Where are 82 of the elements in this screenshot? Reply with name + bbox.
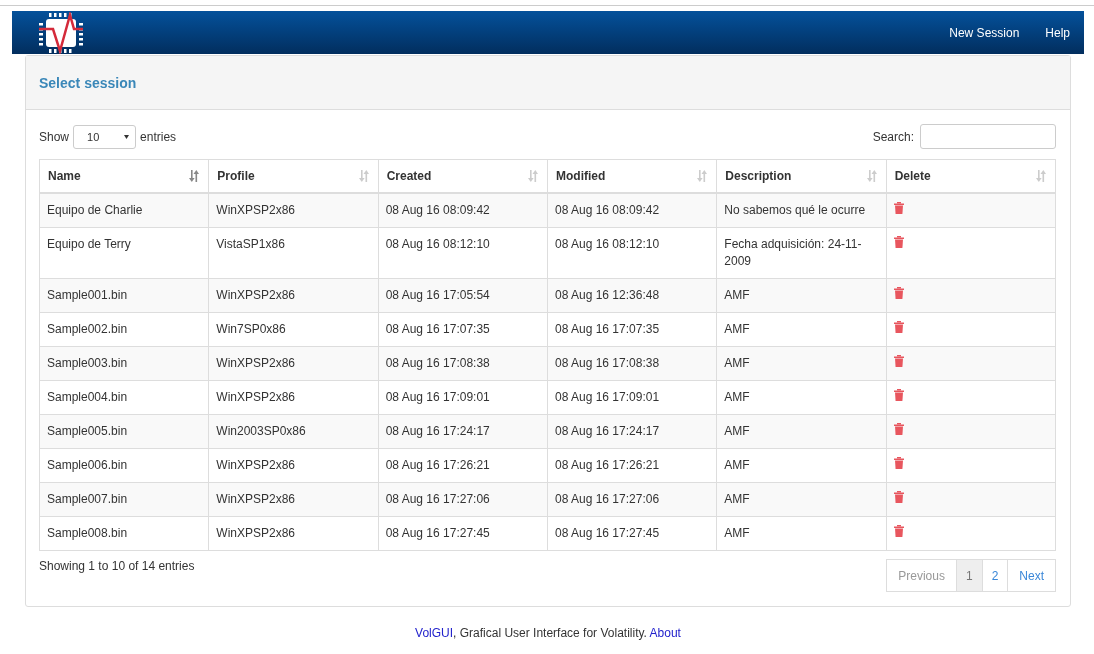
caret-icon: [124, 134, 130, 139]
sort-icon: [189, 170, 201, 182]
table-cell: AMF: [716, 380, 887, 415]
trash-icon[interactable]: [893, 202, 904, 214]
sort-icon: [1036, 170, 1047, 182]
trash-icon[interactable]: [893, 287, 904, 299]
table-cell: 08 Aug 16 17:27:06: [378, 482, 548, 517]
table-cell: WinXPSP2x86: [208, 448, 379, 483]
table-cell: 08 Aug 16 08:09:42: [378, 193, 548, 228]
sort-icon: [358, 170, 370, 182]
show-label: Show: [39, 129, 70, 144]
next-button[interactable]: Next: [1007, 559, 1056, 592]
trash-icon[interactable]: [893, 491, 904, 503]
panel-title: Select session: [39, 74, 137, 91]
table-cell: Sample006.bin: [39, 448, 209, 483]
search-label: Search:: [872, 129, 914, 144]
entries-info: Showing 1 to 10 of 14 entries: [39, 559, 195, 573]
table-cell: AMF: [716, 312, 887, 347]
trash-icon[interactable]: [893, 321, 904, 333]
table-cell: VistaSP1x86: [208, 227, 379, 279]
trash-icon[interactable]: [893, 355, 904, 367]
table-cell: WinXPSP2x86: [208, 516, 379, 551]
trash-icon[interactable]: [893, 389, 904, 401]
trash-icon[interactable]: [893, 423, 904, 435]
table-cell: Equipo de Terry: [39, 227, 209, 279]
table-cell: 08 Aug 16 17:24:17: [378, 414, 548, 449]
table-cell: No sabemos qué le ocurre: [716, 193, 887, 228]
table-cell: WinXPSP2x86: [208, 278, 379, 313]
table-cell: Fecha adquisición: 24-11-2009: [716, 227, 887, 279]
trash-icon[interactable]: [893, 457, 904, 469]
table-cell: 08 Aug 16 17:07:35: [378, 312, 548, 347]
table-cell: 08 Aug 16 08:12:10: [378, 227, 548, 279]
table-cell: Win7SP0x86: [208, 312, 379, 347]
table-cell: AMF: [716, 516, 887, 551]
entries-label: entries: [140, 129, 177, 144]
search-field[interactable]: [920, 124, 1056, 149]
table-cell: 08 Aug 16 17:27:06: [547, 482, 717, 517]
about-link[interactable]: About: [649, 626, 681, 640]
page-button[interactable]: 1: [955, 559, 983, 592]
table-cell: 08 Aug 16 17:26:21: [378, 448, 548, 483]
table-cell: Sample005.bin: [39, 414, 209, 449]
table-cell: 08 Aug 16 17:27:45: [378, 516, 548, 551]
sort-icon: [866, 170, 878, 182]
table-cell: Sample007.bin: [39, 482, 209, 517]
table-cell: Sample004.bin: [39, 380, 209, 415]
table-cell: Sample001.bin: [39, 278, 209, 313]
table-cell: 08 Aug 16 12:36:48: [547, 278, 717, 313]
table-cell: AMF: [716, 278, 887, 313]
table-cell: 08 Aug 16 17:05:54: [378, 278, 548, 313]
table-cell: 08 Aug 16 17:08:38: [547, 346, 717, 381]
table-cell: Equipo de Charlie: [39, 193, 209, 228]
table-cell: 08 Aug 16 17:24:17: [547, 414, 717, 449]
sort-icon: [528, 170, 539, 182]
table-cell: 08 Aug 16 17:26:21: [547, 448, 717, 483]
table-cell: WinXPSP2x86: [208, 380, 379, 415]
table-cell: WinXPSP2x86: [208, 193, 379, 228]
table-cell: Win2003SP0x86: [208, 414, 379, 449]
table-cell: AMF: [716, 482, 887, 517]
table-cell: 08 Aug 16 17:08:38: [378, 346, 548, 381]
table-cell: Sample008.bin: [39, 516, 209, 551]
table-cell: WinXPSP2x86: [208, 482, 379, 517]
table-cell: Sample003.bin: [39, 346, 209, 381]
table-cell: 08 Aug 16 17:09:01: [378, 380, 548, 415]
table-cell: 08 Aug 16 17:07:35: [547, 312, 717, 347]
table-cell: AMF: [716, 346, 887, 381]
table-cell: AMF: [716, 414, 887, 449]
table-cell: Sample002.bin: [39, 312, 209, 347]
entries-select[interactable]: 10: [73, 124, 137, 149]
sort-icon: [697, 170, 709, 182]
footer-text: VolGUI, Grafical User Interface for Volatility. About: [414, 626, 682, 640]
table-cell: AMF: [716, 448, 887, 483]
brand-link[interactable]: VolGUI: [415, 626, 454, 640]
trash-icon[interactable]: [893, 525, 904, 537]
table-cell: 08 Aug 16 17:09:01: [547, 380, 717, 415]
trash-icon[interactable]: [893, 236, 904, 248]
chip-logo-icon: [38, 11, 84, 54]
table-cell: WinXPSP2x86: [208, 346, 379, 381]
table-cell: 08 Aug 16 08:09:42: [547, 193, 717, 228]
nav-link[interactable]: New Session: [949, 25, 1020, 40]
nav-link[interactable]: Help: [1045, 25, 1070, 40]
table-cell: 08 Aug 16 17:27:45: [547, 516, 717, 551]
table-cell: 08 Aug 16 08:12:10: [547, 227, 717, 279]
